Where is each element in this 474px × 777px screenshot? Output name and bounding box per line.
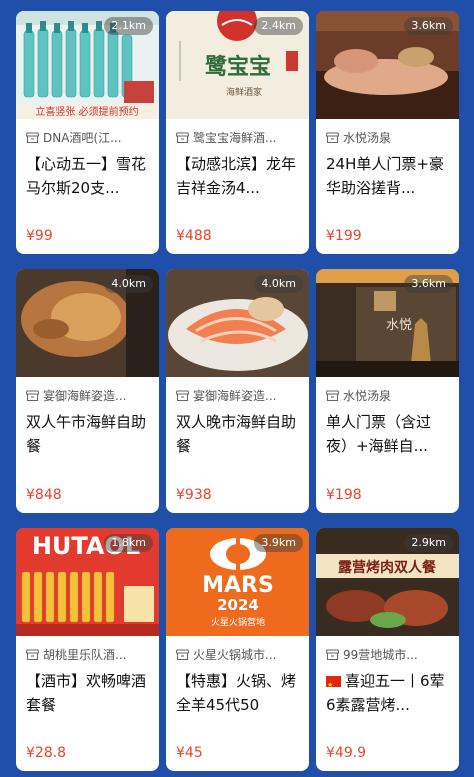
deal-price: ¥938 [176, 487, 212, 503]
shop-icon [176, 132, 189, 143]
svg-text:鹭宝宝: 鹭宝宝 [205, 54, 271, 80]
deal-title: 单人门票（含过夜）+海鲜自... [326, 413, 432, 455]
deal-image: 4.0km [166, 269, 309, 377]
deal-image: MARS 2024 火星火锅营地 3.9km [166, 528, 309, 636]
shop-icon [26, 390, 39, 401]
svg-text:2024: 2024 [217, 596, 259, 614]
deal-title: 喜迎五一丨6荤6素露营烤... [326, 669, 451, 717]
deal-image: 水悦 3.6km [316, 269, 459, 377]
deal-card-mars-hotpot[interactable]: MARS 2024 火星火锅营地 3.9km 火星火锅城市... 【特惠】火锅、… [166, 528, 309, 771]
deal-price: ¥45 [176, 745, 203, 761]
distance-badge: 4.0km [254, 275, 303, 293]
deal-image: 3.6km [316, 11, 459, 119]
shop-icon [326, 132, 339, 143]
distance-badge: 4.0km [104, 275, 153, 293]
deal-title: 【特惠】火锅、烤全羊45代50 [176, 672, 297, 714]
svg-text:MARS: MARS [202, 573, 274, 598]
deal-title: 双人午市海鲜自助餐 [26, 413, 147, 455]
shop-row: 水悦汤泉 [326, 387, 451, 404]
deal-image: HUTAOL 1.8km [16, 528, 159, 636]
shop-row: DNA酒吧(江... [26, 129, 151, 146]
deal-price: ¥848 [26, 487, 62, 503]
distance-badge: 2.9km [404, 534, 453, 552]
deal-grid: 立喜竖张 必须提前预约 2.1km DNA酒吧(江... 【心动五一】雪花马尔斯… [0, 0, 474, 777]
shop-name: 水悦汤泉 [343, 389, 392, 403]
svg-text:立喜竖张 必须提前预约: 立喜竖张 必须提前预约 [35, 105, 138, 118]
deal-image: 鹭宝宝 海鲜酒家 2.4km [166, 11, 309, 119]
svg-text:海鲜酒家: 海鲜酒家 [226, 86, 262, 98]
shop-row: 火星火锅城市... [176, 646, 301, 663]
shop-row: 宴御海鲜姿造... [176, 387, 301, 404]
deal-image: 4.0km [16, 269, 159, 377]
shop-name: 宴御海鲜姿造... [193, 389, 277, 403]
svg-text:露营烤肉双人餐: 露营烤肉双人餐 [338, 559, 437, 576]
deal-card-yanyu-dinner[interactable]: 4.0km 宴御海鲜姿造... 双人晚市海鲜自助餐 ¥938 [166, 269, 309, 513]
deal-card-hutaoli[interactable]: HUTAOL 1.8km 胡桃里乐队酒... 【酒市】欢畅啤酒套餐 ¥28.8 [16, 528, 159, 771]
shop-icon [176, 649, 189, 660]
shop-name: 火星火锅城市... [193, 648, 277, 662]
shop-name: DNA酒吧(江... [43, 131, 122, 145]
deal-card-shuiyue-spa[interactable]: 3.6km 水悦汤泉 24H单人门票+豪华助浴搓背... ¥199 [316, 11, 459, 254]
shop-row: 鹭宝宝海鲜酒... [176, 129, 301, 146]
shop-name: 水悦汤泉 [343, 131, 392, 145]
shop-icon [26, 649, 39, 660]
shop-icon [326, 390, 339, 401]
distance-badge: 1.8km [104, 534, 153, 552]
deal-card-dna-bar[interactable]: 立喜竖张 必须提前预约 2.1km DNA酒吧(江... 【心动五一】雪花马尔斯… [16, 11, 159, 254]
deal-card-99-camp[interactable]: 露营烤肉双人餐 2.9km 99营地城市... 喜迎五一丨6荤6素露营烤... … [316, 528, 459, 771]
shop-name: 99营地城市... [343, 648, 418, 662]
deal-title: 双人晚市海鲜自助餐 [176, 413, 297, 455]
deal-price: ¥488 [176, 228, 212, 244]
deal-card-yanyu-lunch[interactable]: 4.0km 宴御海鲜姿造... 双人午市海鲜自助餐 ¥848 [16, 269, 159, 513]
shop-icon [176, 390, 189, 401]
svg-text:水悦: 水悦 [386, 318, 412, 333]
deal-price: ¥198 [326, 487, 362, 503]
deal-price: ¥199 [326, 228, 362, 244]
deal-image: 露营烤肉双人餐 2.9km [316, 528, 459, 636]
distance-badge: 2.4km [254, 17, 303, 35]
shop-name: 胡桃里乐队酒... [43, 648, 127, 662]
deal-price: ¥49.9 [326, 745, 367, 761]
distance-badge: 3.6km [404, 275, 453, 293]
svg-text:火星火锅营地: 火星火锅营地 [211, 616, 265, 628]
shop-name: 宴御海鲜姿造... [43, 389, 127, 403]
deal-card-lubaobao[interactable]: 鹭宝宝 海鲜酒家 2.4km 鹭宝宝海鲜酒... 【动感北滨】龙年吉祥金汤4..… [166, 11, 309, 254]
shop-row: 胡桃里乐队酒... [26, 646, 151, 663]
shop-row: 99营地城市... [326, 646, 451, 663]
deal-title: 【酒市】欢畅啤酒套餐 [26, 672, 147, 714]
deal-title-text: 喜迎五一丨6荤6素露营烤... [326, 672, 445, 714]
deal-title: 【动感北滨】龙年吉祥金汤4... [176, 155, 297, 197]
shop-row: 宴御海鲜姿造... [26, 387, 151, 404]
shop-row: 水悦汤泉 [326, 129, 451, 146]
china-flag-icon [326, 673, 341, 697]
distance-badge: 3.6km [404, 17, 453, 35]
shop-name: 鹭宝宝海鲜酒... [193, 131, 277, 145]
shop-icon [326, 649, 339, 660]
distance-badge: 2.1km [104, 17, 153, 35]
deal-title: 【心动五一】雪花马尔斯20支... [26, 155, 147, 197]
distance-badge: 3.9km [254, 534, 303, 552]
deal-price: ¥99 [26, 228, 53, 244]
deal-image: 立喜竖张 必须提前预约 2.1km [16, 11, 159, 119]
deal-card-shuiyue-overnight[interactable]: 水悦 3.6km 水悦汤泉 单人门票（含过夜）+海鲜自... ¥198 [316, 269, 459, 513]
deal-title: 24H单人门票+豪华助浴搓背... [326, 155, 444, 197]
shop-icon [26, 132, 39, 143]
deal-price: ¥28.8 [26, 745, 67, 761]
